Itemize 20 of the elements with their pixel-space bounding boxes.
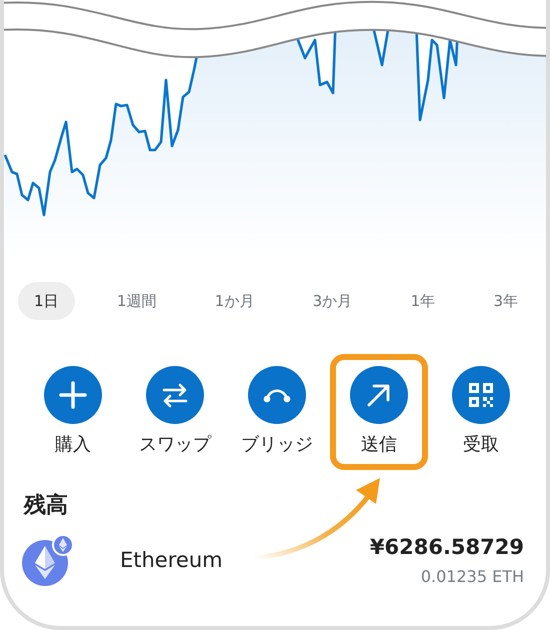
token-name: Ethereum	[120, 548, 223, 572]
action-button[interactable]: 購入	[24, 354, 122, 470]
action-button[interactable]: スワップ	[126, 354, 224, 470]
time-range-tab[interactable]: 1日	[18, 282, 75, 320]
time-range-tab[interactable]: 1か月	[198, 282, 270, 320]
plus-icon	[44, 366, 102, 424]
time-range-tab[interactable]: 3か月	[296, 282, 368, 320]
diamond-coin-icon	[22, 534, 74, 586]
token-amount: 0.01235 ETH	[420, 566, 524, 586]
action-button[interactable]: 受取	[432, 354, 530, 470]
qr-code-icon	[452, 366, 510, 424]
action-button[interactable]: 送信	[330, 354, 428, 470]
fiat-value: ¥6286.58729	[370, 534, 524, 558]
time-range-tab[interactable]: 1週間	[100, 282, 172, 320]
bridge-arc-icon	[248, 366, 306, 424]
action-button[interactable]: ブリッジ	[228, 354, 326, 470]
section-title: 残高	[24, 492, 69, 520]
time-range-tab[interactable]: 1年	[394, 282, 452, 320]
swap-arrows-icon	[146, 366, 204, 424]
time-range-tab[interactable]: 3年	[477, 282, 534, 320]
